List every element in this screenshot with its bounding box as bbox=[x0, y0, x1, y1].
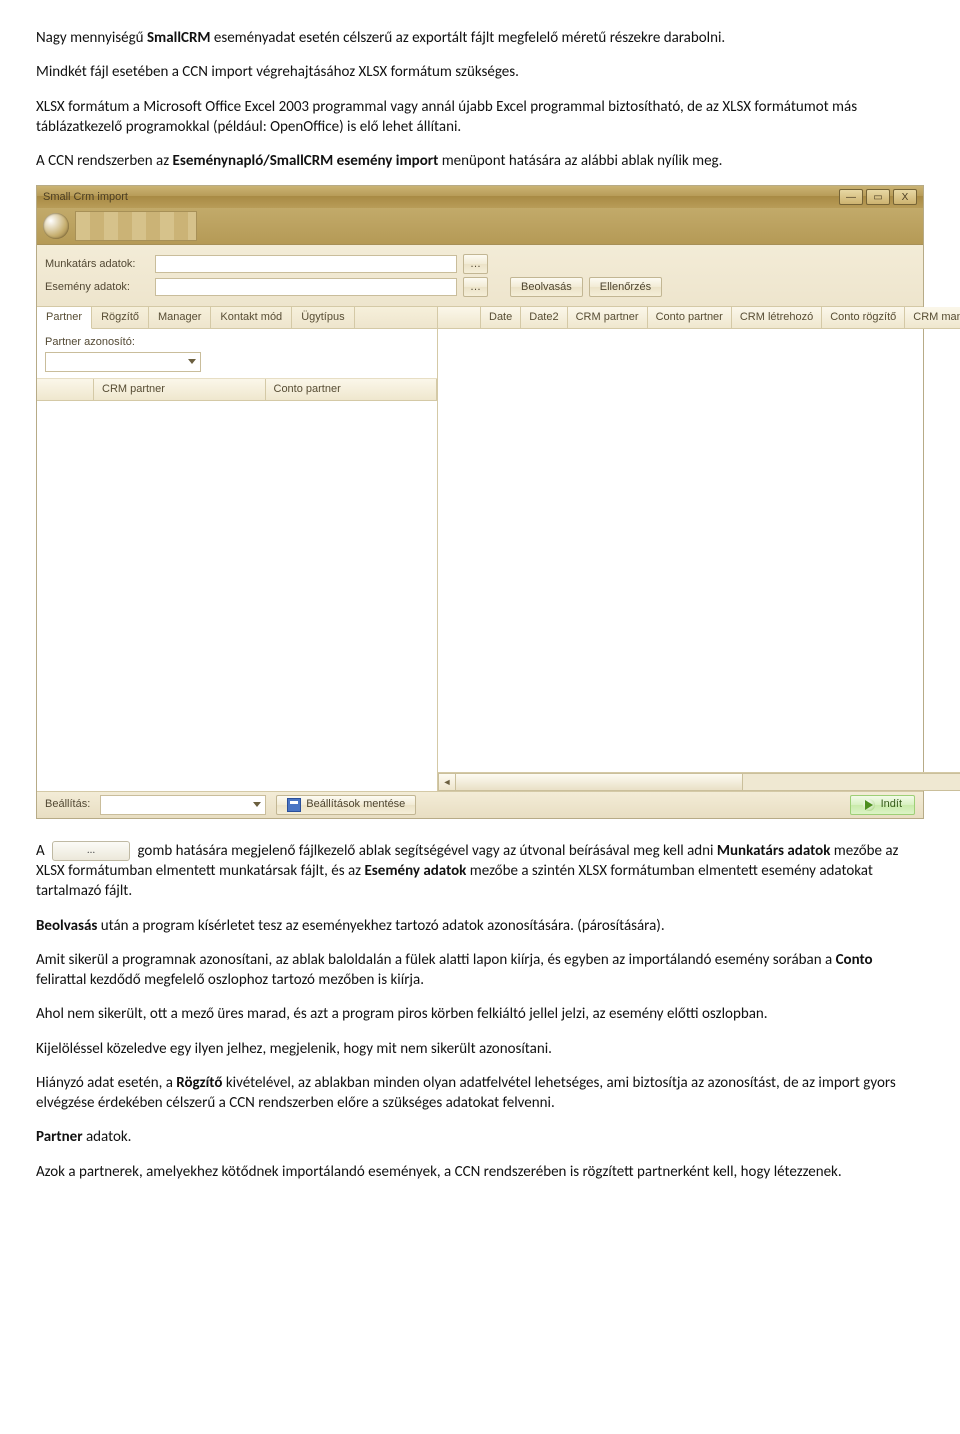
paragraph: Kijelöléssel közeledve egy ilyen jelhez,… bbox=[36, 1039, 924, 1059]
chevron-down-icon bbox=[188, 359, 196, 364]
paragraph: Hiányzó adat esetén, a Rögzítő kivételév… bbox=[36, 1073, 924, 1114]
ellenorzes-button[interactable]: Ellenőrzés bbox=[589, 277, 662, 297]
paragraph: A CCN rendszerben az Eseménynapló/SmallC… bbox=[36, 151, 924, 171]
maximize-button[interactable]: ▭ bbox=[866, 189, 890, 205]
paragraph: Partner adatok. bbox=[36, 1127, 924, 1147]
body-panes: Partner Rögzítő Manager Kontakt mód Ügyt… bbox=[37, 307, 923, 791]
rcol-date[interactable]: Date bbox=[481, 307, 521, 328]
ribbon-decoration bbox=[75, 211, 197, 241]
paragraph: Amit sikerül a programnak azonosítani, a… bbox=[36, 950, 924, 991]
minimize-button[interactable]: — bbox=[839, 189, 863, 205]
right-column-headers: Date Date2 CRM partner Conto partner CRM… bbox=[438, 307, 960, 329]
chevron-down-icon bbox=[253, 802, 261, 807]
left-pane: Partner Rögzítő Manager Kontakt mód Ügyt… bbox=[37, 307, 438, 791]
window-title: Small Crm import bbox=[43, 190, 836, 205]
footer-bar: Beállítás: Beállítások mentése Indít bbox=[37, 791, 923, 818]
rcol-contopartner[interactable]: Conto partner bbox=[648, 307, 732, 328]
paragraph: Azok a partnerek, amelyekhez kötődnek im… bbox=[36, 1162, 924, 1182]
scroll-left-icon[interactable]: ◄ bbox=[438, 773, 456, 791]
right-pane: Date Date2 CRM partner Conto partner CRM… bbox=[438, 307, 960, 791]
play-icon bbox=[863, 799, 875, 811]
left-grid[interactable] bbox=[37, 401, 437, 791]
partner-azonosito-label: Partner azonosító: bbox=[45, 335, 135, 350]
partner-azonosito-combo[interactable] bbox=[45, 352, 201, 372]
hscrollbar[interactable]: ◄ ► bbox=[438, 772, 960, 791]
close-button[interactable]: X bbox=[893, 189, 917, 205]
esemeny-input[interactable] bbox=[155, 278, 457, 296]
rcol-crmpartner[interactable]: CRM partner bbox=[568, 307, 648, 328]
paragraph: XLSX formátum a Microsoft Office Excel 2… bbox=[36, 97, 924, 138]
tab-partner[interactable]: Partner bbox=[37, 307, 92, 329]
save-settings-button[interactable]: Beállítások mentése bbox=[276, 795, 416, 815]
partner-azonosito-row: Partner azonosító: bbox=[37, 329, 437, 379]
rcol-crmmanager[interactable]: CRM manager bbox=[905, 307, 960, 328]
paragraph: Beolvasás után a program kísérletet tesz… bbox=[36, 916, 924, 936]
tabs: Partner Rögzítő Manager Kontakt mód Ügyt… bbox=[37, 307, 437, 329]
paragraph: A … gomb hatására megjelenő fájlkezelő a… bbox=[36, 841, 924, 902]
form-area: Munkatárs adatok: … Esemény adatok: … Be… bbox=[37, 245, 923, 307]
tab-rogzito[interactable]: Rögzítő bbox=[92, 307, 149, 328]
rcol-crmletrehozo[interactable]: CRM létrehozó bbox=[732, 307, 822, 328]
scroll-thumb[interactable] bbox=[456, 774, 743, 790]
ribbon bbox=[37, 208, 923, 245]
munkatars-label: Munkatárs adatok: bbox=[45, 257, 149, 272]
indit-button[interactable]: Indít bbox=[850, 795, 915, 815]
save-icon bbox=[287, 798, 301, 812]
paragraph: Nagy mennyiségű SmallCRM eseményadat ese… bbox=[36, 28, 924, 48]
paragraph: Mindkét fájl esetében a CCN import végre… bbox=[36, 62, 924, 82]
left-col-crm[interactable]: CRM partner bbox=[94, 379, 266, 400]
munkatars-browse-button[interactable]: … bbox=[463, 254, 488, 274]
titlebar[interactable]: Small Crm import — ▭ X bbox=[37, 186, 923, 208]
right-grid[interactable] bbox=[438, 329, 960, 772]
tab-manager[interactable]: Manager bbox=[149, 307, 211, 328]
scroll-track[interactable] bbox=[456, 773, 960, 791]
paragraph: Ahol nem sikerült, ott a mező üres marad… bbox=[36, 1004, 924, 1024]
munkatars-input[interactable] bbox=[155, 255, 457, 273]
tab-ugytipus[interactable]: Ügytípus bbox=[292, 307, 354, 328]
esemeny-label: Esemény adatok: bbox=[45, 280, 149, 295]
esemeny-browse-button[interactable]: … bbox=[463, 277, 488, 297]
app-window: Small Crm import — ▭ X Munkatárs adatok:… bbox=[36, 185, 924, 819]
app-orb-icon[interactable] bbox=[43, 213, 69, 239]
rcol-date2[interactable]: Date2 bbox=[521, 307, 567, 328]
left-col-conto[interactable]: Conto partner bbox=[266, 379, 438, 400]
beolvasas-button[interactable]: Beolvasás bbox=[510, 277, 583, 297]
rcol-contorogzito[interactable]: Conto rögzítő bbox=[822, 307, 905, 328]
inline-dots-button: … bbox=[52, 841, 130, 861]
left-column-headers: CRM partner Conto partner bbox=[37, 379, 437, 401]
beallitas-combo[interactable] bbox=[100, 795, 266, 815]
tab-kontaktmod[interactable]: Kontakt mód bbox=[211, 307, 292, 328]
beallitas-label: Beállítás: bbox=[45, 797, 90, 812]
